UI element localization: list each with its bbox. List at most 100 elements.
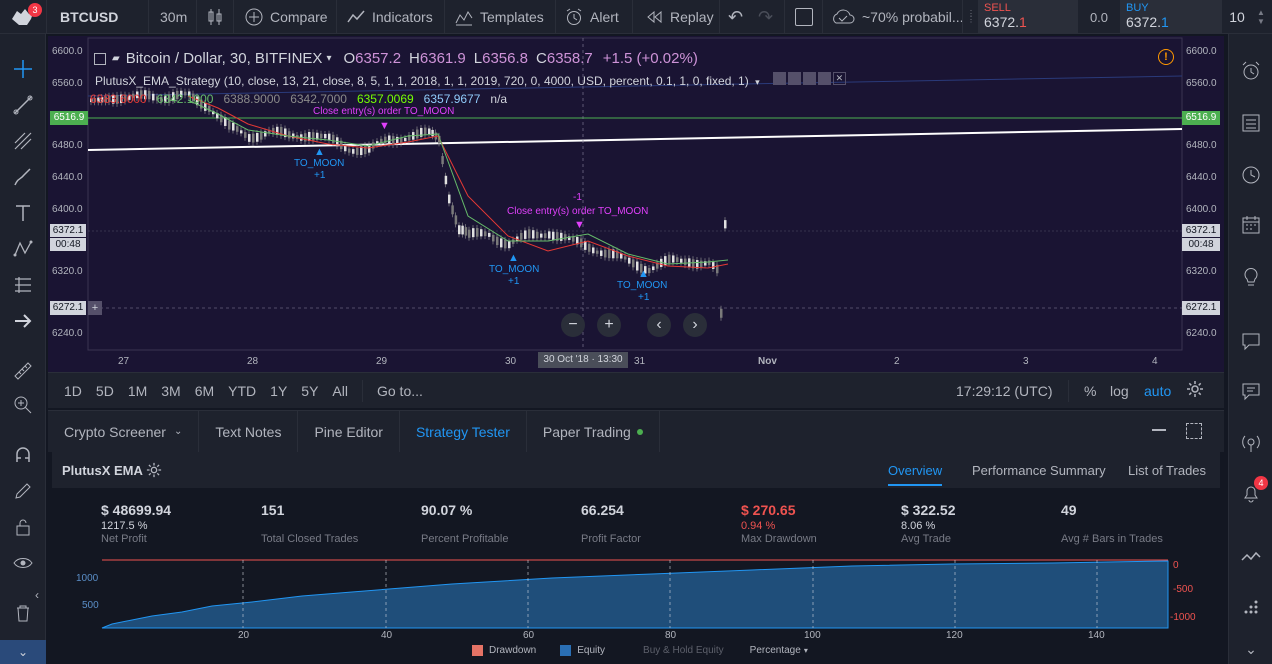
range-6m[interactable]: 6M: [195, 383, 214, 399]
mode-dropdown[interactable]: Percentage ▾: [750, 645, 808, 656]
legend-drawdown[interactable]: Drawdown: [489, 645, 536, 656]
view-performance-summary[interactable]: Performance Summary: [972, 463, 1106, 478]
fullscreen-button[interactable]: [795, 0, 813, 34]
collapse-right-bar[interactable]: ⌄: [1236, 634, 1266, 664]
tab-text-notes[interactable]: Text Notes: [199, 410, 299, 453]
percent-toggle[interactable]: %: [1084, 383, 1096, 399]
interval-button[interactable]: 30m: [160, 0, 187, 34]
drag-handle[interactable]: ⋮ ⋮: [966, 0, 976, 34]
collapse-sidebar-button[interactable]: ‹: [30, 580, 44, 610]
log-toggle[interactable]: log: [1110, 383, 1129, 399]
watchlist-widget[interactable]: [1236, 108, 1266, 138]
measure-tool[interactable]: [8, 356, 38, 386]
data-window-widget[interactable]: [1236, 160, 1266, 190]
tab-crypto-screener[interactable]: Crypto Screener ⌄: [48, 410, 200, 453]
legend-equity[interactable]: Equity: [577, 645, 605, 656]
zoom-in-button[interactable]: +: [597, 313, 621, 337]
eye-icon[interactable]: [772, 72, 786, 85]
redo-button[interactable]: ↷: [758, 0, 773, 34]
settings-icon[interactable]: [787, 72, 801, 85]
probability-button[interactable]: ~70% probabil...: [830, 0, 964, 34]
candle: [680, 258, 683, 263]
range-5d[interactable]: 5D: [96, 383, 114, 399]
notifications-widget[interactable]: 4: [1236, 476, 1268, 508]
range-ytd[interactable]: YTD: [228, 383, 256, 399]
hotlist-widget[interactable]: [1236, 542, 1266, 572]
auto-toggle[interactable]: auto: [1144, 383, 1171, 399]
zoom-out-button[interactable]: −: [561, 313, 585, 337]
collapse-legend-button[interactable]: [94, 52, 106, 65]
strategy-settings-button[interactable]: [146, 462, 162, 483]
view-list-of-trades[interactable]: List of Trades: [1128, 463, 1206, 478]
minimize-panel-button[interactable]: [1152, 429, 1166, 431]
dropdown-arrow-icon[interactable]: ▾: [326, 53, 331, 64]
candle: [532, 230, 535, 239]
candle: [288, 131, 291, 139]
alert-button[interactable]: Alert: [564, 0, 619, 34]
source-icon[interactable]: [802, 72, 816, 85]
range-1d[interactable]: 1D: [64, 383, 82, 399]
price-chart[interactable]: ▰ Bitcoin / Dollar, 30, BITFINEX ▾ O 6357…: [48, 36, 1224, 372]
view-overview[interactable]: Overview: [888, 463, 943, 486]
candle: [388, 135, 391, 145]
stay-in-drawing-tool[interactable]: [8, 476, 38, 506]
range-1m[interactable]: 1M: [128, 383, 147, 399]
quantity-spinner[interactable]: ▲ ▼: [1252, 0, 1270, 34]
zoom-tool[interactable]: [8, 390, 38, 420]
range-3m[interactable]: 3M: [161, 383, 180, 399]
alerts-widget[interactable]: [1236, 56, 1266, 86]
brush-tool[interactable]: [8, 162, 38, 192]
crosshair-tool[interactable]: [8, 54, 38, 84]
trend-line-tool[interactable]: [8, 90, 38, 120]
candle: [628, 257, 631, 264]
maximize-panel-icon[interactable]: [1186, 423, 1202, 439]
quantity-field[interactable]: 10: [1224, 0, 1250, 34]
symbol-search[interactable]: BTCUSD: [60, 0, 118, 34]
buy-button[interactable]: BUY 6372.1: [1120, 0, 1222, 34]
visibility-button[interactable]: [8, 548, 38, 578]
ideas-widget[interactable]: [1236, 262, 1266, 292]
tab-paper-trading[interactable]: Paper Trading: [527, 410, 660, 453]
legend-buyhold[interactable]: Buy & Hold Equity: [643, 645, 724, 656]
calendar-widget[interactable]: [1236, 210, 1266, 240]
text-tool[interactable]: [8, 198, 38, 228]
undo-button[interactable]: ↶: [728, 0, 743, 34]
scroll-left-button[interactable]: ‹: [647, 313, 671, 337]
add-level-button[interactable]: +: [88, 301, 102, 315]
range-1y[interactable]: 1Y: [270, 383, 287, 399]
left-axis-6560: 6560.0: [52, 78, 83, 89]
goto-button[interactable]: Go to...: [377, 383, 423, 399]
chats-widget[interactable]: [1236, 326, 1266, 356]
replay-button[interactable]: Replay: [644, 0, 714, 34]
scroll-right-button[interactable]: ›: [683, 313, 707, 337]
chart-title[interactable]: Bitcoin / Dollar, 30, BITFINEX: [126, 50, 323, 67]
warning-icon[interactable]: !: [1158, 49, 1174, 65]
range-5y[interactable]: 5Y: [301, 383, 318, 399]
chart-settings-button[interactable]: [1186, 380, 1204, 401]
close-icon[interactable]: ✕: [832, 72, 846, 85]
chart-type-button[interactable]: [206, 0, 224, 34]
utc-clock[interactable]: 17:29:12 (UTC): [956, 383, 1052, 399]
tab-strategy-tester[interactable]: Strategy Tester: [400, 410, 527, 453]
hide-drawings-button[interactable]: [8, 306, 38, 336]
strategy-legend[interactable]: PlutusX_EMA_Strategy (10, close, 13, 21,…: [95, 72, 846, 88]
range-all[interactable]: All: [332, 383, 348, 399]
templates-button[interactable]: Templates: [454, 0, 544, 34]
compare-button[interactable]: Compare: [244, 0, 328, 34]
sell-button[interactable]: SELL 6372.1: [978, 0, 1078, 34]
fib-tool[interactable]: [8, 126, 38, 156]
templates-icon: [455, 11, 473, 26]
more-icon[interactable]: [817, 72, 831, 85]
pattern-tool[interactable]: [8, 234, 38, 264]
lock-drawings-button[interactable]: [8, 512, 38, 542]
private-chats-widget[interactable]: [1236, 376, 1266, 406]
magnet-tool[interactable]: [8, 440, 38, 470]
logo-menu-button[interactable]: 3: [4, 0, 42, 34]
strategy-controls[interactable]: ✕: [772, 72, 846, 85]
tab-pine-editor[interactable]: Pine Editor: [298, 410, 400, 453]
bottom-toggle[interactable]: ⌄: [0, 640, 46, 664]
drawings-widget[interactable]: [1236, 592, 1266, 622]
streams-widget[interactable]: [1236, 428, 1266, 458]
indicators-button[interactable]: Indicators: [346, 0, 433, 34]
prediction-tool[interactable]: [8, 270, 38, 300]
